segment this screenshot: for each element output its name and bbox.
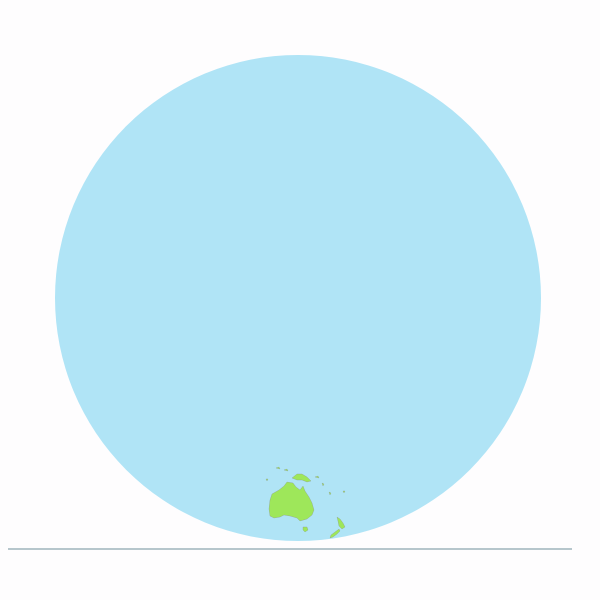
globe-map[interactable] [0,0,600,600]
ocean-globe [55,55,541,541]
map-viewport[interactable] [0,0,600,600]
